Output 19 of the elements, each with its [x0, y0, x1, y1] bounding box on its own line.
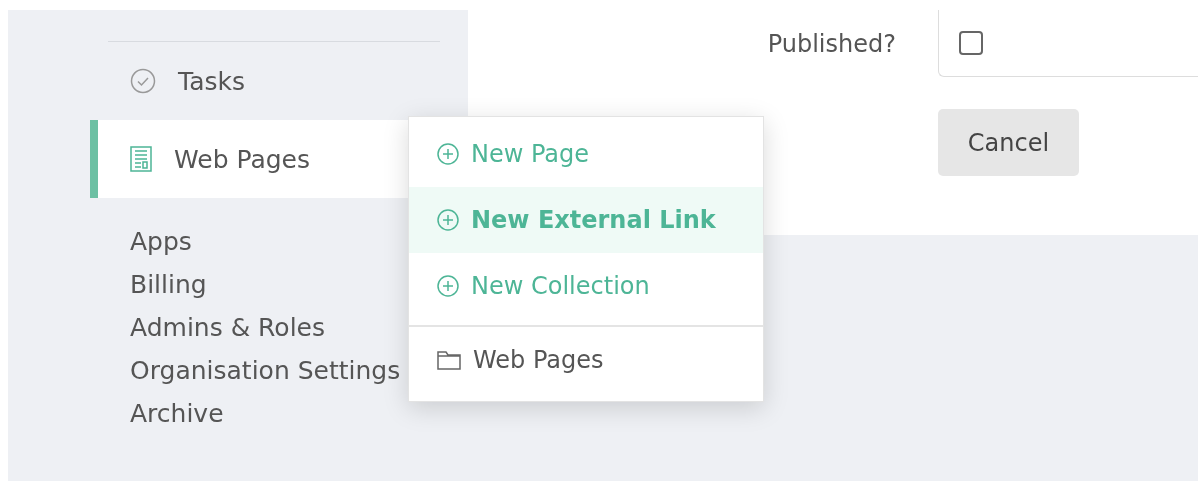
folder-icon — [437, 350, 461, 370]
field-label: Published? — [767, 29, 896, 58]
menu-item-label: Web Pages — [473, 346, 604, 374]
sidebar-item-label: Web Pages — [174, 144, 310, 174]
sidebar-item[interactable]: Archive — [130, 392, 448, 435]
cancel-button[interactable]: Cancel — [938, 109, 1079, 176]
plus-circle-icon — [437, 209, 459, 231]
sidebar-item[interactable]: Web Pages — [90, 120, 408, 198]
menu-item[interactable]: Web Pages — [409, 325, 763, 393]
plus-circle-icon — [437, 275, 459, 297]
check-circle-icon — [130, 68, 156, 94]
menu-item-label: New External Link — [471, 206, 716, 234]
checkbox[interactable] — [959, 31, 983, 55]
menu-item-label: New Page — [471, 140, 590, 168]
sidebar-item-label: Tasks — [178, 66, 245, 96]
menu-item-label: New Collection — [471, 272, 650, 300]
plus-circle-icon — [437, 143, 459, 165]
sidebar-item[interactable]: Tasks — [90, 42, 408, 120]
web-page-icon — [130, 146, 152, 172]
